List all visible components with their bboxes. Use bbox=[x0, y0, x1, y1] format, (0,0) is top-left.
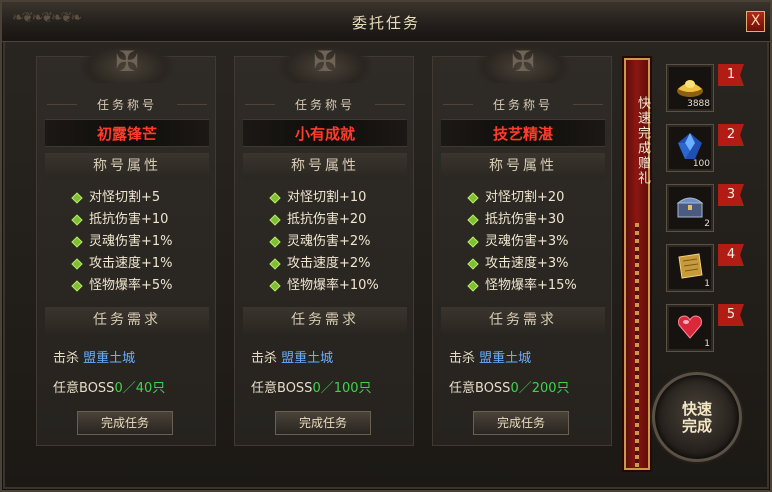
demon-crest-ornament: ✠ bbox=[279, 43, 371, 83]
title-attributes-header: 称号属性 bbox=[45, 153, 209, 179]
kill-target-link[interactable]: 盟重土城 bbox=[479, 351, 531, 366]
attribute-item: 攻击速度+2% bbox=[269, 253, 379, 275]
task-title-name: 小有成就 bbox=[243, 119, 407, 147]
reward-slot-4[interactable]: 1 bbox=[666, 244, 714, 292]
boss-requirement: 任意BOSS0／200只 bbox=[449, 381, 570, 396]
rank-flag-3: 3 bbox=[718, 184, 744, 206]
attribute-item: 抵抗伤害+20 bbox=[269, 209, 379, 231]
task-title-header: 任务称号 bbox=[47, 95, 207, 115]
close-button[interactable]: X bbox=[746, 11, 765, 32]
boss-progress: 0／40只 bbox=[114, 381, 166, 396]
attribute-item: 抵抗伤害+30 bbox=[467, 209, 577, 231]
task-panel-1: ✠ 任务称号 初露锋芒 称号属性 对怪切割+5 抵抗伤害+10 灵魂伤害+1% … bbox=[36, 43, 216, 446]
quick-complete-button[interactable]: ✹ 快速 完成 bbox=[652, 372, 742, 462]
boss-progress: 0／100只 bbox=[312, 381, 372, 396]
green-gem-bullet-icon bbox=[71, 192, 83, 204]
reward-quantity: 100 bbox=[692, 159, 710, 169]
task-requirement-header: 任务需求 bbox=[441, 307, 605, 333]
task-title-name: 技艺精湛 bbox=[441, 119, 605, 147]
task-title-header: 任务称号 bbox=[443, 95, 603, 115]
quick-complete-label: 快速 完成 bbox=[681, 400, 712, 435]
green-gem-bullet-icon bbox=[467, 192, 479, 204]
attribute-item: 灵魂伤害+3% bbox=[467, 231, 577, 253]
demon-crest-ornament: ✠ bbox=[81, 43, 173, 83]
treasure-chest-icon bbox=[676, 197, 704, 218]
kill-requirement: 击杀 盟重土城 bbox=[53, 351, 136, 366]
green-gem-bullet-icon bbox=[467, 236, 479, 248]
attribute-item: 怪物爆率+15% bbox=[467, 275, 577, 297]
reward-slot-3[interactable]: 2 bbox=[666, 184, 714, 232]
kill-target-link[interactable]: 盟重土城 bbox=[281, 351, 333, 366]
task-title-name: 初露锋芒 bbox=[45, 119, 209, 147]
reward-quantity: 1 bbox=[704, 339, 710, 349]
banner-rope bbox=[635, 223, 639, 468]
green-gem-bullet-icon bbox=[269, 236, 281, 248]
kill-target-link[interactable]: 盟重土城 bbox=[83, 351, 135, 366]
gold-scroll-icon bbox=[678, 253, 703, 279]
reward-quantity: 1 bbox=[704, 279, 710, 289]
blue-gem-icon bbox=[678, 133, 702, 159]
boss-requirement: 任意BOSS0／100只 bbox=[251, 381, 372, 396]
window-title: 委托任务 bbox=[351, 14, 420, 32]
attribute-item: 灵魂伤害+1% bbox=[71, 231, 173, 253]
attribute-item: 抵抗伤害+10 bbox=[71, 209, 173, 231]
green-gem-bullet-icon bbox=[269, 258, 281, 270]
reward-slot-5[interactable]: 1 bbox=[666, 304, 714, 352]
boss-progress: 0／200只 bbox=[510, 381, 570, 396]
demon-crest-ornament: ✠ bbox=[477, 43, 569, 83]
green-gem-bullet-icon bbox=[71, 258, 83, 270]
boss-requirement: 任意BOSS0／40只 bbox=[53, 381, 166, 396]
complete-task-button[interactable]: 完成任务 bbox=[77, 411, 173, 435]
task-window: ❧❦❧❦❧❦❧ 委托任务 X ✠ 任务称号 初露锋芒 称号属性 对怪切割+5 抵… bbox=[0, 0, 772, 492]
green-gem-bullet-icon bbox=[269, 192, 281, 204]
gold-ingot-icon bbox=[677, 80, 703, 97]
attribute-item: 攻击速度+1% bbox=[71, 253, 173, 275]
green-gem-bullet-icon bbox=[71, 280, 83, 292]
reward-slot-2[interactable]: 100 bbox=[666, 124, 714, 172]
title-bar[interactable]: ❧❦❧❦❧❦❧ 委托任务 X bbox=[2, 2, 770, 42]
green-gem-bullet-icon bbox=[467, 258, 479, 270]
rank-flag-2: 2 bbox=[718, 124, 744, 146]
attribute-item: 对怪切割+20 bbox=[467, 187, 577, 209]
rank-flag-5: 5 bbox=[718, 304, 744, 326]
task-requirement-header: 任务需求 bbox=[45, 307, 209, 333]
reward-quantity: 3888 bbox=[687, 99, 710, 109]
rank-flag-1: 1 bbox=[718, 64, 744, 86]
title-attributes-header: 称号属性 bbox=[243, 153, 407, 179]
green-gem-bullet-icon bbox=[269, 214, 281, 226]
gift-banner-text: 快速完成赠礼 bbox=[635, 96, 650, 186]
attribute-list: 对怪切割+20 抵抗伤害+30 灵魂伤害+3% 攻击速度+3% 怪物爆率+15% bbox=[467, 187, 577, 297]
reward-quantity: 2 bbox=[704, 219, 710, 229]
task-title-header: 任务称号 bbox=[245, 95, 405, 115]
complete-task-button[interactable]: 完成任务 bbox=[473, 411, 569, 435]
kill-requirement: 击杀 盟重土城 bbox=[251, 351, 334, 366]
green-gem-bullet-icon bbox=[269, 280, 281, 292]
task-panel-2: ✠ 任务称号 小有成就 称号属性 对怪切割+10 抵抗伤害+20 灵魂伤害+2%… bbox=[234, 43, 414, 446]
task-panel-3: ✠ 任务称号 技艺精湛 称号属性 对怪切割+20 抵抗伤害+30 灵魂伤害+3%… bbox=[432, 43, 612, 446]
reward-slot-1[interactable]: 3888 bbox=[666, 64, 714, 112]
attribute-item: 对怪切割+5 bbox=[71, 187, 173, 209]
complete-task-button[interactable]: 完成任务 bbox=[275, 411, 371, 435]
attribute-item: 对怪切割+10 bbox=[269, 187, 379, 209]
red-heart-gem-icon bbox=[678, 315, 702, 339]
rank-flag-4: 4 bbox=[718, 244, 744, 266]
attribute-item: 怪物爆率+5% bbox=[71, 275, 173, 297]
attribute-item: 灵魂伤害+2% bbox=[269, 231, 379, 253]
kill-requirement: 击杀 盟重土城 bbox=[449, 351, 532, 366]
attribute-item: 怪物爆率+10% bbox=[269, 275, 379, 297]
green-gem-bullet-icon bbox=[71, 214, 83, 226]
attribute-item: 攻击速度+3% bbox=[467, 253, 577, 275]
title-attributes-header: 称号属性 bbox=[441, 153, 605, 179]
task-requirement-header: 任务需求 bbox=[243, 307, 407, 333]
attribute-list: 对怪切割+5 抵抗伤害+10 灵魂伤害+1% 攻击速度+1% 怪物爆率+5% bbox=[71, 187, 173, 297]
green-gem-bullet-icon bbox=[71, 236, 83, 248]
green-gem-bullet-icon bbox=[467, 280, 479, 292]
green-gem-bullet-icon bbox=[467, 214, 479, 226]
attribute-list: 对怪切割+10 抵抗伤害+20 灵魂伤害+2% 攻击速度+2% 怪物爆率+10% bbox=[269, 187, 379, 297]
